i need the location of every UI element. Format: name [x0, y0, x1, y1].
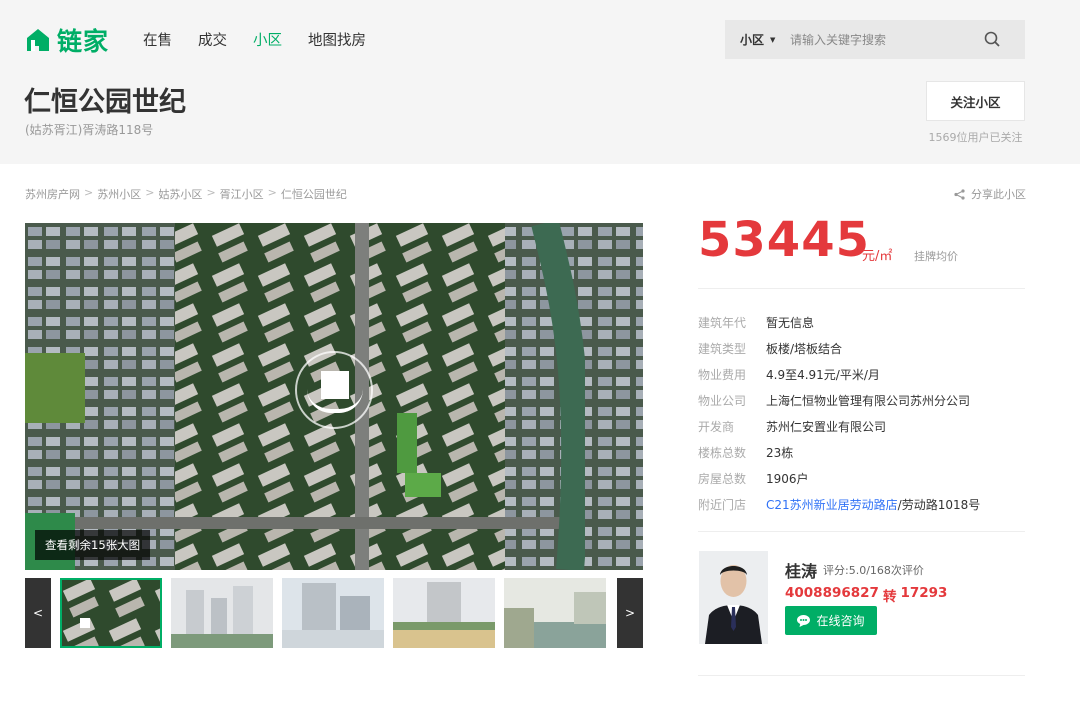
thumbnail-image — [171, 578, 273, 648]
search-type-dropdown[interactable]: 小区 ▼ — [725, 31, 790, 48]
info-value: 板楼/塔板结合 — [766, 341, 843, 356]
breadcrumb-item[interactable]: 苏州小区 — [97, 186, 141, 202]
share-icon — [954, 188, 965, 200]
thumbnail[interactable] — [282, 578, 384, 648]
search-input[interactable] — [790, 32, 970, 47]
agent-phone-number: 4008896827 — [785, 585, 879, 601]
agent-phone-ext: 17293 — [900, 585, 948, 601]
house-logo-icon — [27, 29, 49, 51]
divider — [698, 288, 1025, 289]
price-unit: 元/㎡ — [862, 249, 893, 264]
info-row: 楼栋总数 23栋 — [698, 439, 1025, 465]
info-row: 建筑年代 暂无信息 — [698, 309, 1025, 335]
breadcrumb-item[interactable]: 苏州房产网 — [25, 186, 80, 202]
thumbnail-image — [282, 578, 384, 648]
thumbnail-image — [60, 578, 162, 648]
thumbnail-strip: < > — [25, 578, 643, 648]
info-label: 物业费用 — [698, 367, 747, 382]
info-row: 建筑类型 板楼/塔板结合 — [698, 335, 1025, 361]
community-title: 仁恒公园世纪 — [24, 87, 186, 118]
thumbnail-image — [504, 578, 606, 648]
divider — [698, 675, 1025, 676]
thumbnail-image — [393, 578, 495, 648]
breadcrumb-current: 仁恒公园世纪 — [280, 188, 347, 201]
info-value: 4.9至4.91元/平米/月 — [766, 367, 880, 382]
agent-avatar[interactable] — [699, 551, 768, 644]
info-label: 附近门店 — [698, 497, 747, 512]
info-value: 上海仁恒物业管理有限公司苏州分公司 — [766, 393, 971, 408]
chat-bubble-icon — [797, 614, 811, 627]
prev-thumb-button[interactable]: < — [25, 578, 51, 648]
main-nav: 在售 成交 小区 地图找房 — [143, 29, 366, 50]
info-row: 物业费用 4.9至4.91元/平米/月 — [698, 361, 1025, 387]
info-value: 23栋 — [766, 445, 794, 460]
follow-community-button[interactable]: 关注小区 — [926, 81, 1025, 121]
page-header: 链家 在售 成交 小区 地图找房 小区 ▼ 仁恒公园世纪 (姑苏胥江)胥涛路11… — [0, 0, 1080, 164]
info-label: 开发商 — [698, 419, 735, 434]
info-label: 建筑年代 — [698, 315, 747, 330]
agent-name[interactable]: 桂涛 — [785, 558, 817, 582]
community-info-list: 建筑年代 暂无信息 建筑类型 板楼/塔板结合 物业费用 4.9至4.91元/平米… — [698, 309, 1025, 517]
nav-item-map-search[interactable]: 地图找房 — [308, 29, 366, 50]
thumbnail[interactable] — [393, 578, 495, 648]
online-consult-label: 在线咨询 — [816, 614, 865, 628]
online-consult-button[interactable]: 在线咨询 — [785, 606, 877, 635]
price-label: 挂牌均价 — [914, 250, 958, 263]
info-label: 房屋总数 — [698, 471, 747, 486]
nav-item-community[interactable]: 小区 — [253, 29, 282, 50]
breadcrumb-item[interactable]: 胥江小区 — [220, 186, 264, 202]
caret-down-icon: ▼ — [770, 35, 776, 44]
info-value: 暂无信息 — [766, 315, 815, 330]
main-photo[interactable]: 查看剩余15张大图 — [25, 223, 643, 570]
nav-item-sold[interactable]: 成交 — [198, 29, 227, 50]
agent-portrait — [699, 551, 768, 644]
share-label: 分享此小区 — [971, 188, 1026, 201]
divider — [698, 531, 1025, 532]
next-thumb-button[interactable]: > — [617, 578, 643, 648]
breadcrumb: 苏州房产网 > 苏州小区 > 姑苏小区 > 胥江小区 > 仁恒公园世纪 — [25, 186, 347, 202]
search-bar: 小区 ▼ — [725, 20, 1025, 59]
logo[interactable]: 链家 — [25, 22, 109, 58]
info-label: 楼栋总数 — [698, 445, 747, 460]
agent-score: 评分:5.0/168次评价 — [823, 564, 924, 577]
agent-phone-ext-sep: 转 — [882, 589, 897, 605]
logo-text: 链家 — [57, 27, 110, 56]
breadcrumb-item[interactable]: 姑苏小区 — [158, 186, 202, 202]
info-row: 开发商 苏州仁安置业有限公司 — [698, 413, 1025, 439]
follow-count: 1569位用户已关注 — [928, 131, 1023, 144]
search-type-label: 小区 — [740, 33, 765, 47]
thumbnail[interactable] — [60, 578, 162, 648]
info-value: /劳动路1018号 — [897, 497, 981, 512]
nav-item-for-sale[interactable]: 在售 — [143, 29, 172, 50]
share-button[interactable]: 分享此小区 — [954, 186, 1026, 202]
view-more-photos-button[interactable]: 查看剩余15张大图 — [35, 530, 151, 560]
info-row: 物业公司 上海仁恒物业管理有限公司苏州分公司 — [698, 387, 1025, 413]
info-value: 苏州仁安置业有限公司 — [766, 419, 887, 434]
agent-phone: 4008896827 转 17293 — [785, 585, 947, 605]
average-price: 53445 — [698, 212, 870, 268]
info-value: 1906户 — [766, 471, 809, 486]
info-label: 建筑类型 — [698, 341, 747, 356]
info-label: 物业公司 — [698, 393, 747, 408]
thumbnail[interactable] — [171, 578, 273, 648]
search-icon[interactable] — [984, 31, 1001, 48]
info-row: 房屋总数 1906户 — [698, 465, 1025, 491]
info-row: 附近门店 C21苏州新业居劳动路店 /劳动路1018号 — [698, 491, 1025, 517]
community-address: (姑苏胥江)胥涛路118号 — [25, 123, 154, 137]
thumbnail[interactable] — [504, 578, 606, 648]
rotate-icon — [307, 389, 363, 413]
panorama-view-button[interactable] — [295, 351, 373, 429]
nearby-store-link[interactable]: C21苏州新业居劳动路店 — [766, 496, 898, 513]
